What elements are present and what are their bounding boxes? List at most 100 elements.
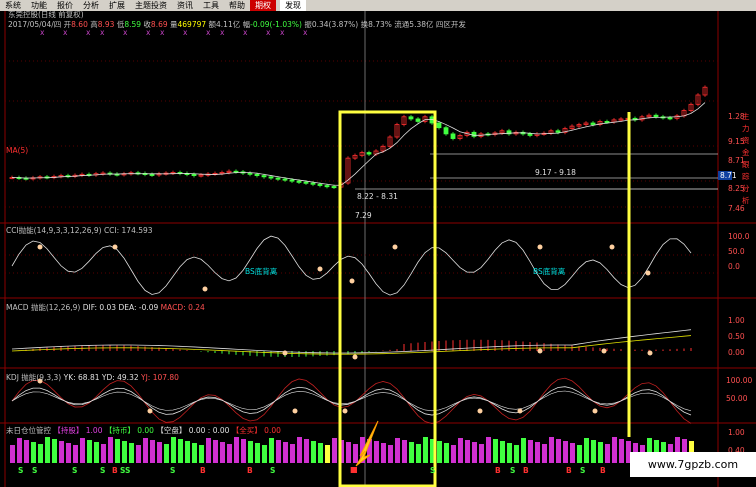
signal-10: S bbox=[270, 466, 275, 475]
position-bar-18 bbox=[136, 445, 141, 463]
position-bar-81 bbox=[577, 445, 582, 463]
candle-body-46 bbox=[331, 186, 337, 189]
position-bar-4 bbox=[38, 444, 43, 463]
candle-body-37 bbox=[268, 176, 274, 179]
menu-item-7[interactable]: 工具 bbox=[198, 0, 224, 11]
candle-body-45 bbox=[324, 185, 330, 188]
signal-13: B bbox=[495, 466, 501, 475]
menu-item-8[interactable]: 帮助 bbox=[224, 0, 250, 11]
candle-body-62 bbox=[443, 127, 449, 135]
position-bar-72 bbox=[514, 445, 519, 463]
side-label-0: 主 bbox=[742, 111, 750, 121]
position-bar-59 bbox=[423, 437, 428, 463]
position-bar-22 bbox=[164, 444, 169, 463]
position-bar-40 bbox=[290, 444, 295, 463]
position-bar-5 bbox=[45, 437, 50, 463]
position-bar-57 bbox=[409, 442, 414, 463]
candle-body-58 bbox=[415, 118, 421, 122]
position-bar-10 bbox=[80, 438, 85, 463]
kdj-marker-3 bbox=[342, 408, 348, 414]
menu-item-6[interactable]: 资讯 bbox=[172, 0, 198, 11]
position-part-2: 1.00 bbox=[83, 426, 104, 435]
menu-item-3[interactable]: 分析 bbox=[78, 0, 104, 11]
macd-marker-4 bbox=[647, 350, 653, 356]
header-part-21: 四区开发 bbox=[436, 19, 466, 29]
position-part-0: 未日仓位管控 bbox=[6, 425, 53, 435]
candle-body-42 bbox=[303, 181, 309, 184]
stock-chart: 东莞控股(日线 前复权)2017/05/04/四 开8.60 高8.93 低8.… bbox=[0, 11, 756, 487]
cci-axis-2: 0.0 bbox=[728, 262, 740, 271]
position-part-4: 0.00 bbox=[135, 426, 156, 435]
position-bar-45 bbox=[325, 445, 330, 463]
position-bar-42 bbox=[304, 439, 309, 463]
position-bar-41 bbox=[297, 437, 302, 463]
kdj-axis-0: 100.00 bbox=[726, 376, 752, 385]
header-part-14: -0.09(-1.03%) bbox=[250, 20, 304, 29]
marker-4: x bbox=[123, 28, 128, 37]
position-bar-76 bbox=[542, 444, 547, 463]
position-part-5: 【空盘】 bbox=[156, 425, 186, 435]
stock-title: 东莞控股(日线 前复权) bbox=[8, 11, 84, 19]
menu-item-2[interactable]: 报价 bbox=[52, 0, 78, 11]
candle-body-40 bbox=[289, 179, 295, 182]
position-bar-79 bbox=[563, 441, 568, 463]
menu-item-1[interactable]: 功能 bbox=[26, 0, 52, 11]
signal-7: S bbox=[170, 466, 175, 475]
marker-8: x bbox=[206, 28, 211, 37]
position-bar-14 bbox=[108, 437, 113, 463]
cci-annotation-1: BS底背离 bbox=[245, 266, 278, 276]
price-range-2: 8.22 - 8.31 bbox=[357, 192, 398, 201]
header-quote: 2017/05/04/四 开8.60 高8.93 低8.59 收8.69 量46… bbox=[8, 19, 466, 29]
candle-body-83 bbox=[590, 122, 596, 125]
marker-1: x bbox=[63, 28, 68, 37]
cci-marker-4 bbox=[349, 278, 355, 284]
position-bar-68 bbox=[486, 437, 491, 463]
price-tag-text: 8.71 bbox=[720, 171, 737, 180]
candle-body-51 bbox=[366, 152, 372, 155]
side-label-7: 析 bbox=[742, 195, 750, 205]
position-bar-32 bbox=[234, 437, 239, 463]
position-bar-65 bbox=[465, 440, 470, 463]
price-range-1: 9.17 - 9.18 bbox=[535, 168, 576, 177]
candle-body-61 bbox=[436, 122, 442, 129]
macd-axis-0: 1.00 bbox=[728, 316, 745, 325]
marker-6: x bbox=[160, 28, 165, 37]
position-bar-38 bbox=[276, 440, 281, 463]
menu-item-5[interactable]: 主题投资 bbox=[130, 0, 172, 11]
position-bar-34 bbox=[248, 441, 253, 463]
position-bar-75 bbox=[535, 442, 540, 463]
candle-body-78 bbox=[555, 130, 561, 133]
position-bar-26 bbox=[192, 443, 197, 463]
position-bar-19 bbox=[143, 438, 148, 463]
signal-4: B bbox=[112, 466, 118, 475]
position-bar-29 bbox=[213, 440, 218, 463]
cci-marker-0 bbox=[37, 244, 43, 250]
cci-title: CCI抛能(14,9,3,3,12,26,9) CCI: 174.593 bbox=[6, 225, 153, 235]
watermark: www.7gpzb.com bbox=[630, 452, 756, 477]
menu-item-0[interactable]: 系统 bbox=[0, 0, 26, 11]
position-bar-78 bbox=[556, 439, 561, 463]
kdj-part-0: KDJ 抛能(9,3,3) bbox=[6, 372, 64, 382]
menu-item-4[interactable]: 扩展 bbox=[104, 0, 130, 11]
position-bar-55 bbox=[395, 438, 400, 463]
position-bar-30 bbox=[220, 442, 225, 463]
position-part-6: 0.00 : 0.00 bbox=[186, 426, 231, 435]
marker-7: x bbox=[183, 28, 188, 37]
position-bar-62 bbox=[444, 443, 449, 463]
signal-12: S bbox=[430, 466, 435, 475]
menu-item-10[interactable]: 发现 bbox=[280, 0, 306, 11]
position-bar-67 bbox=[479, 444, 484, 463]
position-bar-2 bbox=[24, 440, 29, 463]
side-label-1: 力 bbox=[742, 123, 750, 133]
position-bar-11 bbox=[87, 440, 92, 463]
position-bar-82 bbox=[584, 438, 589, 463]
side-label-4: 跟 bbox=[742, 160, 750, 169]
candle-body-41 bbox=[296, 180, 302, 183]
cci-axis-0: 100.0 bbox=[728, 232, 750, 241]
macd-marker-3 bbox=[601, 348, 607, 354]
marker-13: x bbox=[303, 28, 308, 37]
marker-9: x bbox=[220, 28, 225, 37]
position-bar-25 bbox=[185, 441, 190, 463]
menu-item-9[interactable]: 期权 bbox=[250, 0, 276, 11]
candle-body-36 bbox=[261, 175, 267, 178]
